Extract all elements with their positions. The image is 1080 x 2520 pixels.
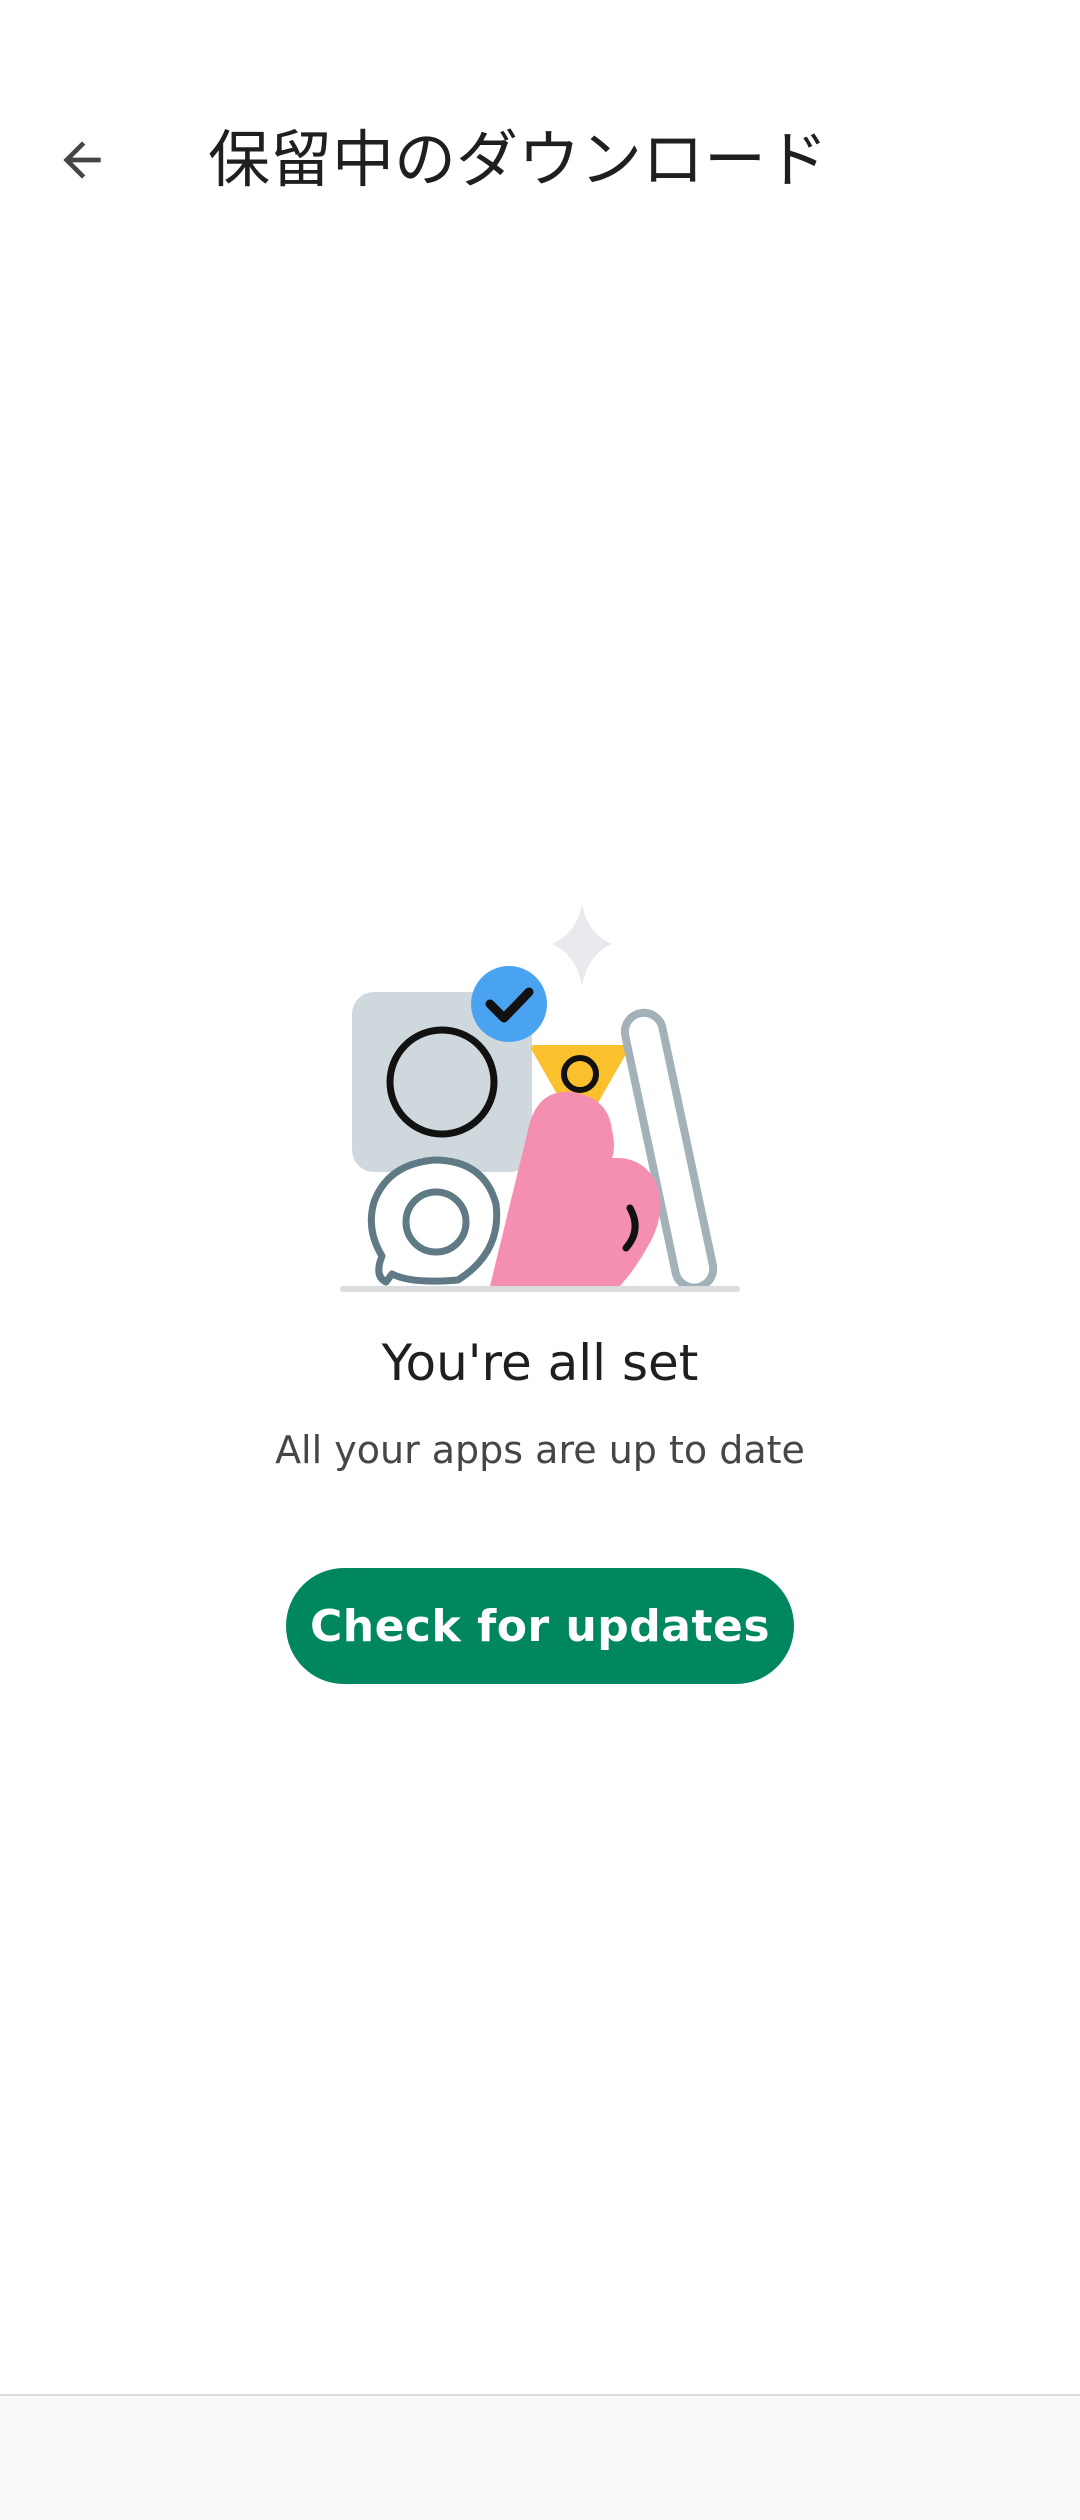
top-app-bar: 保留中のダウンロード [0,100,1080,220]
ground-line [340,1286,740,1292]
up-to-date-illustration [340,904,740,1292]
back-button[interactable] [40,118,124,202]
sparkle-icon [552,904,612,986]
chat-bubble-icon [367,1156,501,1286]
empty-state-subtitle: All your apps are up to date [275,1428,805,1472]
arrow-back-icon [63,141,101,179]
pending-downloads-screen: 保留中のダウンロード You're all set All your apps … [0,0,1080,2520]
check-badge-icon [471,966,547,1042]
page-title: 保留中のダウンロード [208,123,829,196]
empty-state-title: You're all set [381,1334,699,1392]
check-for-updates-button[interactable]: Check for updates [286,1568,794,1684]
bottom-navigation-bar [0,2394,1080,2520]
